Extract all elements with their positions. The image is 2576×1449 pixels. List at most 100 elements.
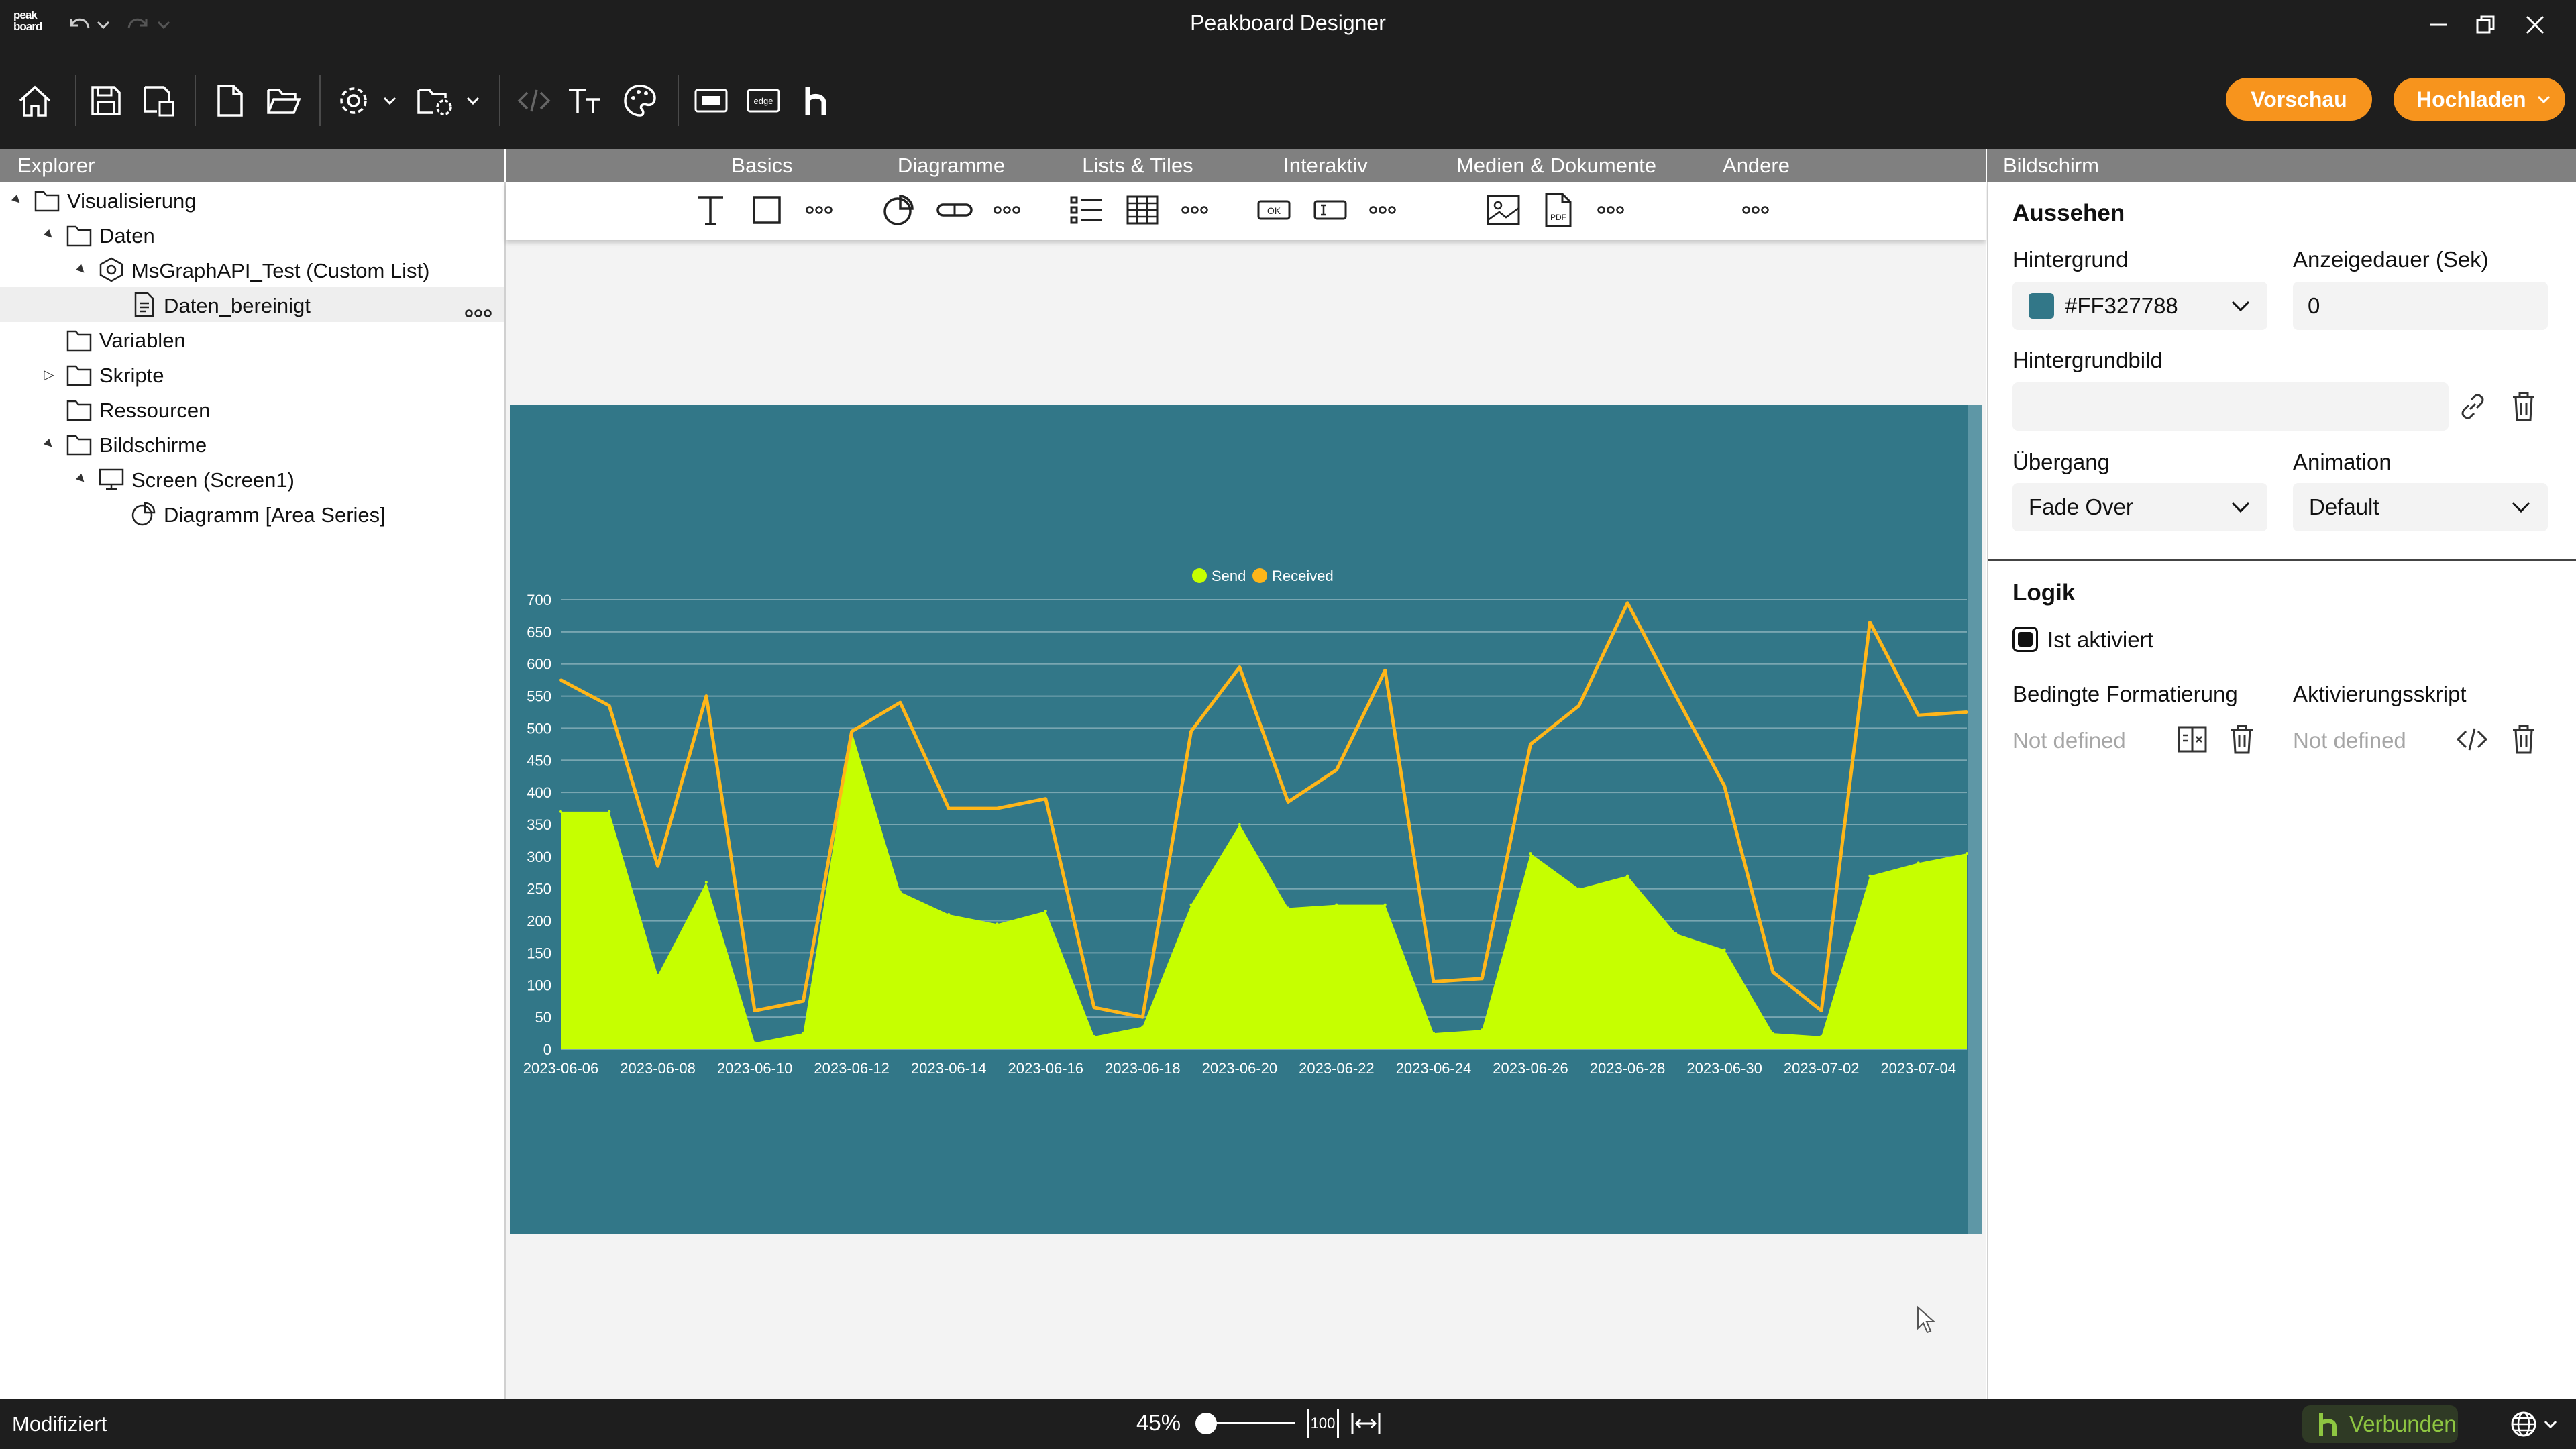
redo-dropdown-button[interactable] <box>156 15 172 35</box>
fit-width-button[interactable] <box>1350 1409 1382 1438</box>
category-interaktiv[interactable]: Interaktiv <box>1265 149 1386 182</box>
received-data-point <box>947 807 951 810</box>
more-options-icon[interactable] <box>464 299 492 323</box>
tree-item[interactable]: ▼ Bildschirme <box>0 427 504 462</box>
fonts-button[interactable] <box>565 74 608 127</box>
category-lists-tiles[interactable]: Lists & Tiles <box>1064 149 1212 182</box>
category-diagramme[interactable]: Diagramme <box>877 149 1025 182</box>
expand-toggle-icon[interactable]: ▼ <box>70 259 91 280</box>
category-andere[interactable]: Andere <box>1703 149 1810 182</box>
received-data-point <box>1141 1016 1144 1019</box>
tree-item[interactable]: Variablen <box>0 322 504 357</box>
zoom-slider[interactable] <box>1195 1411 1295 1436</box>
svg-text:OK: OK <box>1267 205 1281 216</box>
display-duration-input[interactable]: 0 <box>2293 282 2548 330</box>
text-control[interactable] <box>687 186 734 233</box>
diagrams-more-button[interactable] <box>983 186 1030 233</box>
graph-api-icon <box>98 256 125 283</box>
zoom-100-button[interactable]: 100 <box>1307 1409 1339 1438</box>
pdf-control[interactable]: PDF <box>1535 186 1582 233</box>
undo-dropdown-button[interactable] <box>95 15 111 35</box>
home-button[interactable] <box>13 74 56 127</box>
folder-settings-dropdown[interactable] <box>464 74 482 127</box>
enabled-checkbox[interactable] <box>2012 627 2038 652</box>
properties-title: Bildschirm <box>2003 154 2099 177</box>
expand-toggle-icon[interactable]: ▼ <box>38 224 59 245</box>
chevron-down-icon <box>97 21 110 30</box>
pie-chart-control[interactable] <box>875 186 922 233</box>
edit-activation-script-button[interactable] <box>2455 724 2489 754</box>
save-as-button[interactable] <box>137 74 180 127</box>
link-button[interactable] <box>2458 392 2487 421</box>
tree-item[interactable]: Diagramm [Area Series] <box>0 496 504 531</box>
canvas-scrollbar[interactable] <box>1968 405 1982 1234</box>
image-control[interactable] <box>1480 186 1527 233</box>
chevron-down-icon <box>383 97 396 105</box>
text-box-control[interactable] <box>1307 186 1354 233</box>
delete-activation-script-button[interactable] <box>2509 723 2538 755</box>
animation-select[interactable]: Default <box>2293 483 2548 531</box>
enabled-label: Ist aktiviert <box>2047 627 2153 652</box>
area-series-chart[interactable]: 0 50 100 150 200 250 300 350 400 450 500 550 600 650 7… <box>510 405 1968 1234</box>
zoom-slider-thumb[interactable] <box>1195 1413 1217 1434</box>
send-data-point <box>1820 1034 1823 1038</box>
svg-text:PDF: PDF <box>1550 213 1566 222</box>
expand-toggle-icon[interactable]: ▼ <box>6 189 27 210</box>
new-file-button[interactable] <box>208 74 251 127</box>
tree-item[interactable]: Daten_bereinigt <box>0 287 504 322</box>
palette-button[interactable] <box>619 74 661 127</box>
basics-more-button[interactable] <box>796 186 843 233</box>
script-button[interactable] <box>513 74 555 127</box>
tree-item-label: Variablen <box>99 329 186 352</box>
lists-more-button[interactable] <box>1171 186 1218 233</box>
tree-item[interactable]: ▼ Screen (Screen1) <box>0 462 504 496</box>
tree-item-label: Skripte <box>99 364 164 387</box>
rectangle-control[interactable] <box>743 186 790 233</box>
tree-item[interactable]: ▷ Skripte <box>0 357 504 392</box>
expand-toggle-icon[interactable]: ▼ <box>70 468 91 489</box>
progress-bar-control[interactable] <box>931 186 978 233</box>
tree-item[interactable]: ▼ Visualisierung <box>0 182 504 217</box>
send-data-point <box>1189 903 1193 906</box>
close-button[interactable] <box>2498 0 2572 50</box>
folder-settings-button[interactable] <box>412 74 459 127</box>
upload-button[interactable]: Hochladen <box>2394 78 2565 121</box>
connection-status-badge[interactable]: Verbunden <box>2302 1405 2458 1443</box>
undo-button[interactable] <box>66 13 93 36</box>
delete-conditional-formatting-button[interactable] <box>2227 723 2257 755</box>
list-control[interactable] <box>1063 186 1110 233</box>
hub-button[interactable] <box>796 74 836 127</box>
preview-button[interactable]: Vorschau <box>2226 78 2372 121</box>
category-basics[interactable]: Basics <box>708 149 816 182</box>
category-medien-dokumente[interactable]: Medien & Dokumente <box>1429 149 1684 182</box>
background-image-input[interactable] <box>2012 382 2449 431</box>
y-tick-label: 250 <box>527 881 551 898</box>
hub-icon <box>805 87 826 115</box>
media-more-button[interactable] <box>1587 186 1634 233</box>
edge-device-icon: edge <box>747 89 780 113</box>
language-button[interactable] <box>2509 1409 2567 1440</box>
received-data-point <box>753 1009 757 1012</box>
settings-dropdown[interactable] <box>381 74 398 127</box>
edge-device-button[interactable]: edge <box>743 74 784 127</box>
transition-select[interactable]: Fade Over <box>2012 483 2267 531</box>
peakboard-box-button[interactable] <box>691 74 731 127</box>
tree-item[interactable]: ▼ MsGraphAPI_Test (Custom List) <box>0 252 504 287</box>
tree-item[interactable]: Ressourcen <box>0 392 504 427</box>
expand-toggle-icon[interactable]: ▼ <box>38 433 59 454</box>
y-tick-label: 100 <box>527 977 551 994</box>
button-control[interactable]: OK <box>1250 186 1297 233</box>
delete-background-image-button[interactable] <box>2509 390 2538 423</box>
edit-conditional-formatting-button[interactable] <box>2176 723 2208 755</box>
save-button[interactable] <box>85 74 127 127</box>
other-more-button[interactable] <box>1732 186 1779 233</box>
interactive-more-button[interactable] <box>1359 186 1406 233</box>
tree-item[interactable]: ▼ Daten <box>0 217 504 252</box>
settings-button[interactable] <box>331 74 376 127</box>
table-control[interactable] <box>1119 186 1166 233</box>
text-icon <box>698 196 723 225</box>
collapse-toggle-icon[interactable]: ▷ <box>42 367 56 382</box>
open-folder-button[interactable] <box>262 74 305 127</box>
redo-button[interactable] <box>125 13 152 36</box>
background-color-picker[interactable]: #FF327788 <box>2012 282 2267 330</box>
